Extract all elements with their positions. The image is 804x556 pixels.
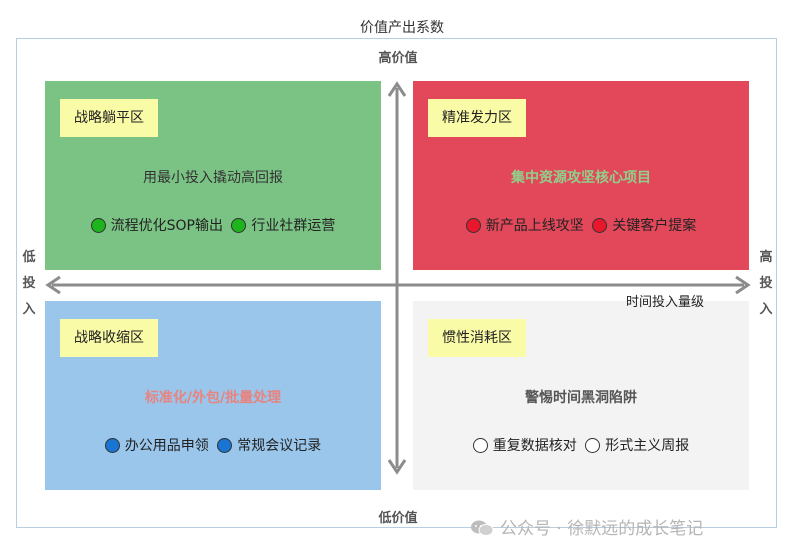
x-axis-left-label: 低 投 入 [22, 250, 36, 317]
y-axis-bottom-label: 低价值 [378, 511, 418, 526]
x-axis-caption: 时间投入量级 [626, 295, 705, 310]
x-axis-right-label: 高 投 入 [759, 250, 773, 317]
y-axis-top-label: 高价值 [378, 51, 418, 66]
watermark-text: 公众号 · 徐默远的成长笔记 [500, 519, 704, 539]
axes-arrows [45, 81, 751, 475]
wechat-icon [471, 520, 494, 536]
watermark: 公众号 · 徐默远的成长笔记 [470, 514, 703, 539]
